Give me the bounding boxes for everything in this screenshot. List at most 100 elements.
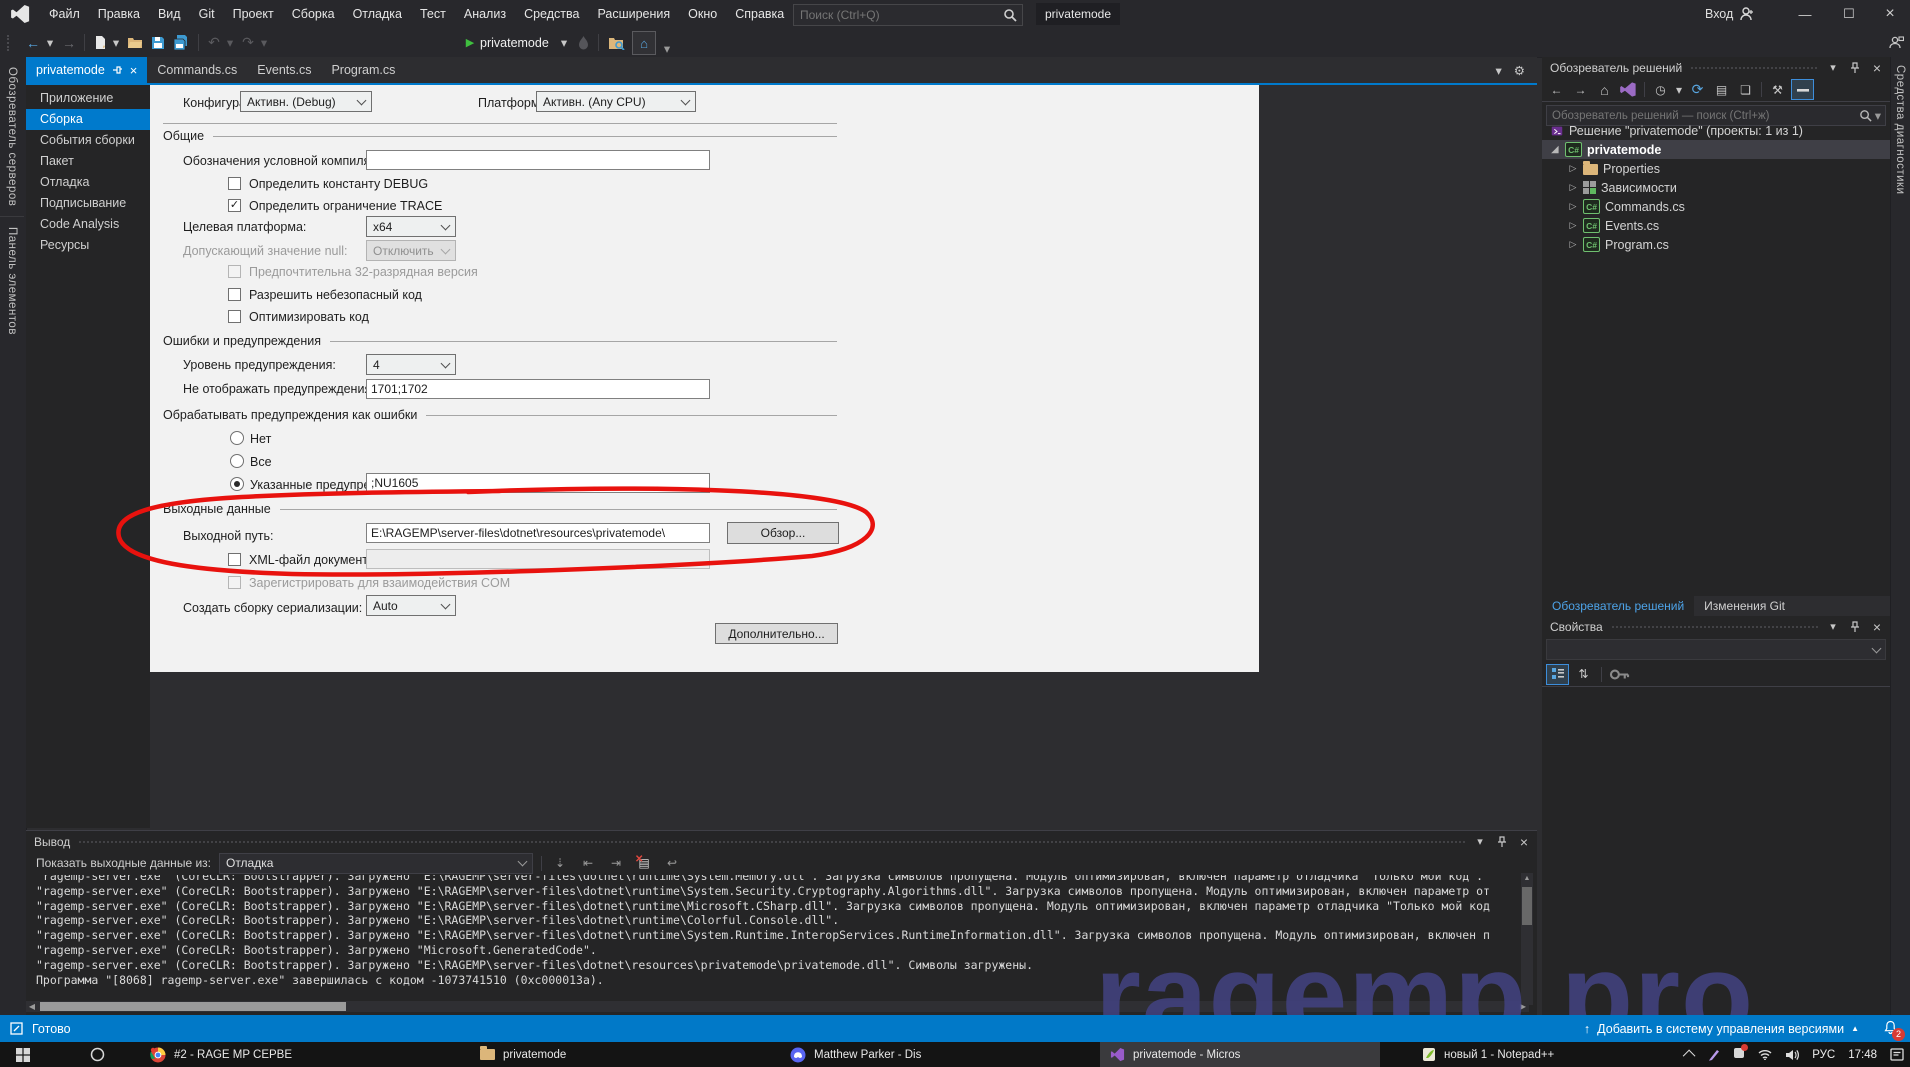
tab-options-gear-icon[interactable]: ⚙ bbox=[1514, 63, 1525, 78]
new-file-caret[interactable]: ▾ bbox=[110, 28, 122, 57]
previous-message-icon[interactable]: ⇤ bbox=[578, 856, 598, 870]
expander-collapsed-icon[interactable]: ▷ bbox=[1568, 182, 1578, 193]
tab-program-cs[interactable]: Program.cs bbox=[321, 57, 405, 83]
toolbar-grip[interactable] bbox=[6, 28, 16, 57]
menu-window[interactable]: Окно bbox=[679, 0, 726, 28]
close-icon[interactable]: × bbox=[1517, 834, 1531, 850]
define-trace-checkbox[interactable]: ✓ bbox=[228, 199, 241, 212]
tab-privatemode[interactable]: privatemode × bbox=[26, 57, 148, 83]
menu-project[interactable]: Проект bbox=[224, 0, 283, 28]
minimize-button[interactable]: — bbox=[1784, 0, 1826, 28]
menu-view[interactable]: Вид bbox=[149, 0, 190, 28]
find-in-files-button[interactable] bbox=[604, 28, 628, 57]
nav-build-events[interactable]: События сборки bbox=[26, 130, 150, 151]
back-icon[interactable]: ← bbox=[1546, 80, 1567, 99]
panel-menu-icon[interactable]: ▾ bbox=[1826, 61, 1840, 74]
server-explorer-tab[interactable]: Обозреватель серверов bbox=[0, 57, 24, 216]
taskbar-chrome[interactable]: #2 - RAGE MP СЕРВЕ bbox=[140, 1042, 400, 1067]
tree-item-properties[interactable]: ▷ Properties bbox=[1542, 159, 1890, 178]
pin-icon[interactable] bbox=[1848, 620, 1862, 633]
run-target-label[interactable]: privatemode bbox=[480, 28, 549, 57]
tray-app-icon[interactable] bbox=[1733, 1044, 1749, 1062]
treat-specific-radio[interactable] bbox=[230, 477, 244, 491]
word-wrap-icon[interactable]: ↩ bbox=[662, 856, 682, 870]
properties-wrench-icon[interactable]: ⚒ bbox=[1767, 80, 1788, 99]
navigate-back-caret[interactable]: ▾ bbox=[44, 28, 56, 57]
action-center-icon[interactable] bbox=[1890, 1048, 1904, 1061]
suppress-warnings-input[interactable] bbox=[366, 379, 710, 399]
tab-commands-cs[interactable]: Commands.cs bbox=[147, 57, 247, 83]
redo-caret[interactable]: ▾ bbox=[258, 28, 270, 57]
tab-list-dropdown-icon[interactable]: ▾ bbox=[1496, 63, 1502, 78]
volume-icon[interactable] bbox=[1785, 1049, 1800, 1061]
nav-build[interactable]: Сборка bbox=[26, 109, 160, 130]
maximize-button[interactable]: ☐ bbox=[1828, 0, 1870, 28]
tray-clock[interactable]: 17:48 bbox=[1848, 1049, 1877, 1061]
quick-search-input[interactable] bbox=[794, 8, 1003, 22]
next-message-icon[interactable]: ⇥ bbox=[606, 856, 626, 870]
redo-button[interactable]: ↷ bbox=[238, 28, 258, 57]
browse-button[interactable]: Обзор... bbox=[727, 522, 839, 544]
tree-item-dependencies[interactable]: ▷ Зависимости bbox=[1542, 178, 1890, 197]
home-button[interactable]: ⌂ bbox=[632, 31, 656, 55]
pin-icon[interactable] bbox=[112, 65, 123, 76]
scroll-left-icon[interactable]: ◀ bbox=[26, 1002, 38, 1011]
diagnostic-tools-tab[interactable]: Средства диагностики bbox=[1891, 57, 1909, 203]
tab-events-cs[interactable]: Events.cs bbox=[247, 57, 321, 83]
save-button[interactable] bbox=[148, 28, 168, 57]
menu-analyze[interactable]: Анализ bbox=[455, 0, 515, 28]
expander-expanded-icon[interactable]: ◢ bbox=[1550, 144, 1560, 155]
navigate-forward-button[interactable]: → bbox=[58, 28, 80, 57]
advanced-button[interactable]: Дополнительно... bbox=[715, 623, 838, 644]
serialization-dropdown[interactable]: Auto bbox=[366, 595, 456, 616]
save-all-button[interactable] bbox=[170, 28, 192, 57]
menu-test[interactable]: Тест bbox=[411, 0, 455, 28]
tree-item-solution[interactable]: Решение "privatemode" (проекты: 1 из 1) bbox=[1542, 121, 1890, 140]
home-icon[interactable]: ⌂ bbox=[1594, 80, 1615, 99]
pin-icon[interactable] bbox=[1848, 61, 1862, 74]
scroll-up-icon[interactable]: ▲ bbox=[1521, 873, 1533, 885]
optimize-code-checkbox[interactable] bbox=[228, 310, 241, 323]
define-debug-checkbox[interactable] bbox=[228, 177, 241, 190]
nav-package[interactable]: Пакет bbox=[26, 151, 150, 172]
menu-help[interactable]: Справка bbox=[726, 0, 793, 28]
close-icon[interactable]: × bbox=[1870, 60, 1884, 76]
menu-extensions[interactable]: Расширения bbox=[588, 0, 679, 28]
close-tab-icon[interactable]: × bbox=[130, 63, 138, 78]
sign-in-button[interactable]: Вход bbox=[1705, 0, 1755, 28]
start-debugging-button[interactable]: ▶ bbox=[462, 28, 478, 57]
taskbar-notepad-plus-plus[interactable]: новый 1 - Notepad++ bbox=[1412, 1042, 1692, 1067]
menu-debug[interactable]: Отладка bbox=[344, 0, 411, 28]
platform-dropdown[interactable]: Активн. (Any CPU) bbox=[536, 91, 696, 112]
treat-none-radio[interactable] bbox=[230, 431, 244, 445]
alphabetical-sort-icon[interactable]: ⇅ bbox=[1573, 665, 1594, 684]
nav-code-analysis[interactable]: Code Analysis bbox=[26, 214, 150, 235]
background-tasks-icon[interactable] bbox=[10, 1022, 23, 1035]
menu-build[interactable]: Сборка bbox=[283, 0, 344, 28]
specific-warnings-input[interactable] bbox=[366, 473, 710, 493]
scrollbar-thumb[interactable] bbox=[1522, 887, 1532, 925]
tray-pen-icon[interactable] bbox=[1708, 1048, 1720, 1061]
tree-item-program-cs[interactable]: ▷ C# Program.cs bbox=[1542, 235, 1890, 254]
undo-button[interactable]: ↶ bbox=[204, 28, 224, 57]
tree-item-commands-cs[interactable]: ▷ C# Commands.cs bbox=[1542, 197, 1890, 216]
sync-with-active-document-icon[interactable]: ⟳ bbox=[1687, 80, 1708, 99]
menu-tools[interactable]: Средства bbox=[515, 0, 588, 28]
output-source-dropdown[interactable]: Отладка bbox=[218, 852, 533, 874]
taskbar-explorer-privatemode[interactable]: privatemode bbox=[470, 1042, 655, 1067]
xml-doc-checkbox[interactable] bbox=[228, 553, 241, 566]
warning-level-dropdown[interactable]: 4 bbox=[366, 354, 456, 375]
close-icon[interactable]: × bbox=[1870, 619, 1884, 635]
expander-collapsed-icon[interactable]: ▷ bbox=[1568, 201, 1578, 212]
feedback-icon[interactable] bbox=[1886, 28, 1906, 57]
categorized-view-icon[interactable] bbox=[1546, 663, 1569, 685]
toolbox-tab[interactable]: Панель элементов bbox=[0, 216, 24, 345]
taskbar-visual-studio[interactable]: privatemode - Micros bbox=[1100, 1042, 1380, 1067]
filter-caret-icon[interactable]: ▾ bbox=[1674, 80, 1684, 99]
taskbar-search-button[interactable] bbox=[80, 1042, 115, 1067]
collapse-all-icon[interactable]: ▤ bbox=[1711, 80, 1732, 99]
quick-search-box[interactable] bbox=[793, 4, 1023, 26]
expander-collapsed-icon[interactable]: ▷ bbox=[1568, 239, 1578, 250]
run-target-caret[interactable]: ▾ bbox=[558, 28, 570, 57]
expander-collapsed-icon[interactable]: ▷ bbox=[1568, 163, 1578, 174]
